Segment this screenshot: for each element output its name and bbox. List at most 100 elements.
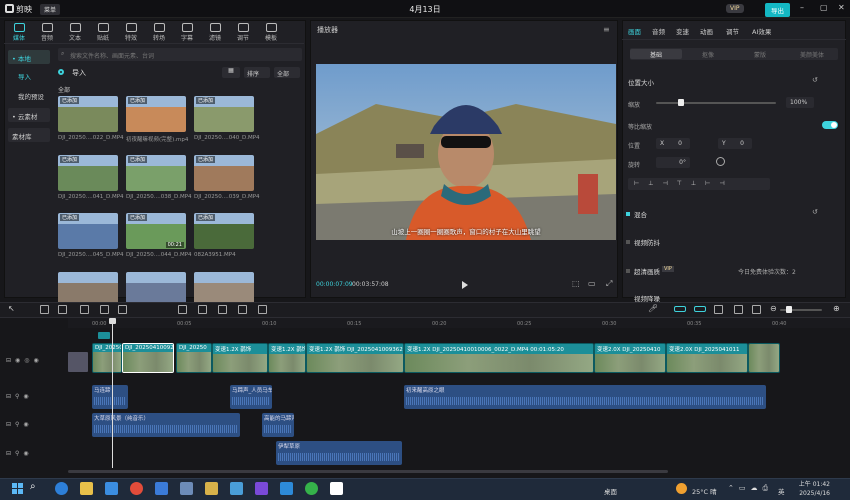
audio-clip[interactable]: 初来醒高原之眼 xyxy=(404,385,766,409)
audio-clip[interactable]: 大草原风景（纯音乐） xyxy=(92,413,240,437)
zoom-out-icon[interactable]: ⊖ xyxy=(770,304,777,313)
align-toolbar[interactable]: ⊢⊥⊣⊤⊥⊢⊣ xyxy=(628,178,770,190)
app-icon-purple[interactable] xyxy=(255,482,268,495)
video-clip[interactable]: 变速1.2X 鹊饰 xyxy=(212,343,268,373)
tab-effects[interactable]: 特效 xyxy=(118,20,144,42)
subtab-beauty[interactable]: 美颜美体 xyxy=(786,49,838,59)
audio2-controls[interactable]: ⊟⚲◉ xyxy=(6,421,33,428)
preview-axis-icon[interactable] xyxy=(714,305,723,314)
import-radio[interactable] xyxy=(58,69,64,75)
tab-sticker[interactable]: 贴纸 xyxy=(90,20,116,42)
crop-icon[interactable]: ⬚ xyxy=(572,279,580,288)
app-icon-yellow[interactable] xyxy=(205,482,218,495)
fit-icon[interactable] xyxy=(752,305,761,314)
video-clip[interactable]: DJI_2025041009262 xyxy=(122,343,174,373)
scale-slider-handle[interactable] xyxy=(678,99,684,106)
tab-ai-effects[interactable]: AI效果 xyxy=(752,26,771,36)
video-clip[interactable]: 变速1.2X DJI_20250410010006_0022_D.MP4 00:… xyxy=(404,343,594,373)
zoom-slider-handle[interactable] xyxy=(786,306,792,313)
video-clip-overflow[interactable] xyxy=(748,343,780,373)
playhead-handle[interactable] xyxy=(109,318,116,324)
audio1-controls[interactable]: ⊟⚲◉ xyxy=(6,393,33,400)
scale-value[interactable]: 100% xyxy=(786,97,814,108)
media-player-icon[interactable] xyxy=(155,482,168,495)
edge-icon[interactable] xyxy=(55,482,68,495)
tab-prop-audio[interactable]: 音频 xyxy=(652,26,665,36)
windows-start-icon[interactable] xyxy=(12,483,23,494)
minimize-icon[interactable]: – xyxy=(800,3,804,12)
sidebar-item-import[interactable]: 导入 xyxy=(8,68,50,82)
play-icon[interactable] xyxy=(462,281,468,289)
export-button[interactable]: 导出 xyxy=(765,3,790,17)
delete-icon[interactable] xyxy=(118,305,127,314)
subtab-cutout[interactable]: 抠像 xyxy=(682,49,734,59)
position-y-field[interactable]: Y 0 xyxy=(718,138,752,149)
fullscreen-icon[interactable]: ⤢ xyxy=(606,279,612,289)
media-thumbnail[interactable]: 已添加 xyxy=(194,155,254,191)
video-clip[interactable]: 变速1.2X 鹊饰 xyxy=(268,343,306,373)
link-icon[interactable] xyxy=(694,306,706,312)
mirror-icon[interactable] xyxy=(198,305,207,314)
position-x-field[interactable]: X 0 xyxy=(656,138,690,149)
blend-reset-icon[interactable]: ↺ xyxy=(812,208,818,216)
media-thumbnail[interactable]: 已添加 00:21 xyxy=(126,213,186,249)
desktop-label[interactable]: 桌面 xyxy=(604,486,617,496)
tab-audio[interactable]: 音频 xyxy=(34,20,60,42)
rotate-dial-icon[interactable] xyxy=(716,157,725,166)
sidebar-item-cloud[interactable]: • 云素材 xyxy=(8,108,50,122)
subtab-basic[interactable]: 基础 xyxy=(630,49,682,59)
file-explorer-icon[interactable] xyxy=(80,482,93,495)
import-button[interactable]: 导入 xyxy=(72,68,86,78)
stabilize-check-icon[interactable] xyxy=(626,240,630,244)
audio-clip[interactable]: 高能的马蹄声 xyxy=(262,413,294,437)
maximize-icon[interactable]: ▢ xyxy=(820,3,828,12)
cover-marker-icon[interactable] xyxy=(98,332,110,339)
search-taskbar-icon[interactable]: ⌕ xyxy=(30,481,36,492)
app-icon-store[interactable] xyxy=(280,482,293,495)
clock[interactable]: 上午 01:42 2025/4/16 xyxy=(792,480,830,498)
split-icon[interactable] xyxy=(80,305,89,314)
reset-icon[interactable]: ↺ xyxy=(812,76,818,84)
video-clip[interactable]: DJI_20250 xyxy=(176,343,212,373)
player-menu-icon[interactable]: ≡ xyxy=(603,25,610,34)
subtab-mask[interactable]: 蒙版 xyxy=(734,49,786,59)
snap-icon[interactable] xyxy=(734,305,743,314)
video-clip[interactable]: 变速2.0X DJI_2025041011 xyxy=(666,343,748,373)
tab-media[interactable]: 媒体 xyxy=(6,20,32,42)
ratio-icon[interactable]: ▭ xyxy=(588,279,596,288)
split-left-icon[interactable] xyxy=(100,305,109,314)
audio-clip[interactable]: 伊犁草原 xyxy=(276,441,402,465)
reframe-icon[interactable] xyxy=(258,305,267,314)
media-thumbnail[interactable]: 已添加 xyxy=(58,96,118,132)
video-clip[interactable]: DJI_20250 xyxy=(92,343,122,373)
redo-icon[interactable] xyxy=(58,305,67,314)
sort-button[interactable]: 排序 xyxy=(244,67,270,78)
main-track-controls[interactable]: ⊟◉◎◉ xyxy=(6,357,43,364)
tab-text[interactable]: 文本 xyxy=(62,20,88,42)
capcut-taskbar-icon[interactable] xyxy=(330,482,343,495)
cover-thumbnail[interactable] xyxy=(68,352,88,372)
undo-icon[interactable] xyxy=(40,305,49,314)
mail-icon[interactable] xyxy=(105,482,118,495)
media-thumbnail[interactable]: 已添加 xyxy=(126,155,186,191)
sidebar-item-library[interactable]: 素材库 xyxy=(8,128,50,142)
tab-template[interactable]: 模板 xyxy=(258,20,284,42)
freeze-icon[interactable] xyxy=(178,305,187,314)
ime-indicator[interactable]: 英 xyxy=(778,486,785,496)
sidebar-item-preset[interactable]: 我的预设 xyxy=(8,88,50,102)
photos-icon[interactable] xyxy=(180,482,193,495)
wechat-icon[interactable] xyxy=(305,482,318,495)
blend-check-icon[interactable] xyxy=(626,212,630,216)
rotate-icon[interactable] xyxy=(218,305,227,314)
tab-prop-adjust[interactable]: 调节 xyxy=(726,26,739,36)
audio-clip[interactable]: 马连蹄 xyxy=(92,385,128,409)
close-icon[interactable]: ✕ xyxy=(838,3,845,12)
media-thumbnail[interactable]: 已添加 xyxy=(58,213,118,249)
sidebar-item-local[interactable]: • 本地 xyxy=(8,50,50,64)
crop-tool-icon[interactable] xyxy=(238,305,247,314)
tray-icons[interactable]: ⌃▭☁⎙ xyxy=(728,484,773,493)
media-thumbnail[interactable]: 已添加 xyxy=(126,96,186,132)
weather-text[interactable]: 25°C 晴 xyxy=(692,486,717,496)
media-thumbnail[interactable]: 已添加 xyxy=(194,96,254,132)
tab-transition[interactable]: 转场 xyxy=(146,20,172,42)
